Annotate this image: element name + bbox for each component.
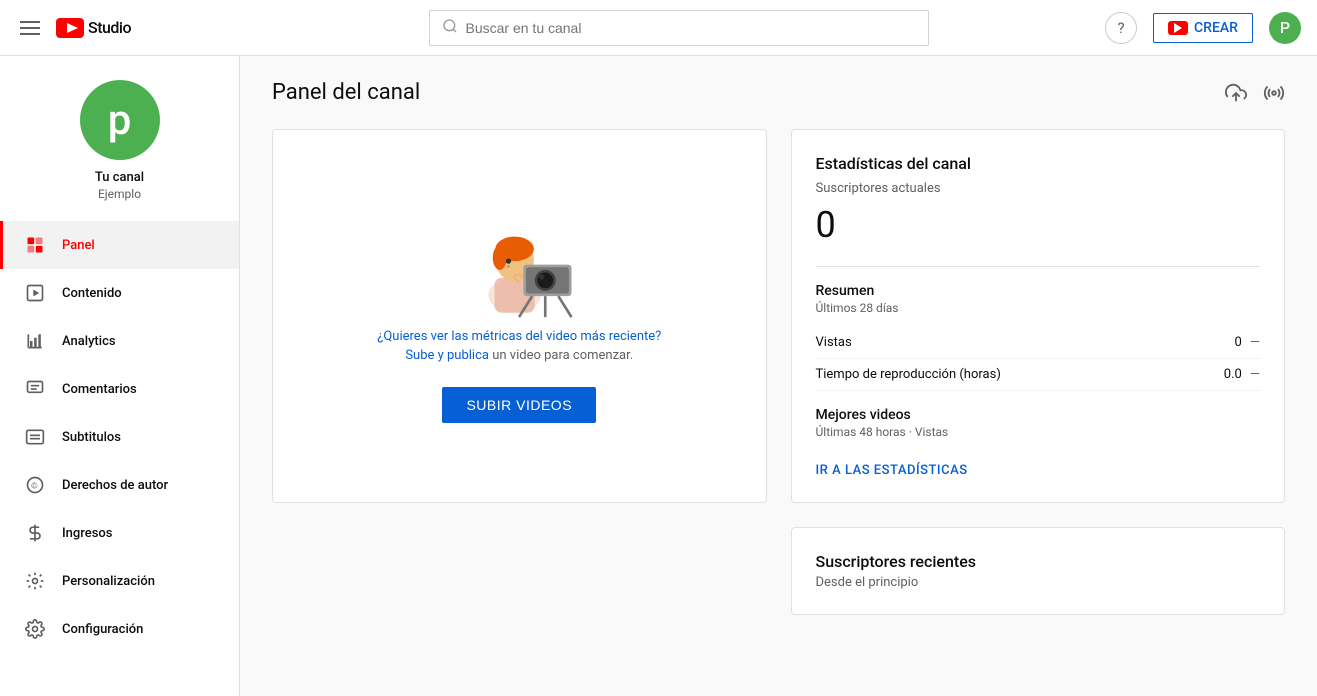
- subs-recent-title: Suscriptores recientes: [816, 552, 1261, 571]
- upload-publish-link[interactable]: Sube y publica: [405, 348, 489, 363]
- create-label: CREAR: [1194, 20, 1238, 36]
- sidebar: p Tu canal Ejemplo Panel: [0, 56, 240, 696]
- derechos-icon: ©: [24, 474, 46, 496]
- sidebar-item-configuracion-label: Configuración: [62, 622, 143, 637]
- logo-text: Studio: [88, 18, 131, 37]
- subs-recent-subtitle: Desde el principio: [816, 575, 1261, 590]
- channel-avatar-letter: p: [108, 96, 132, 145]
- channel-name: Tu canal: [95, 170, 144, 185]
- sidebar-item-comentarios[interactable]: Comentarios: [0, 365, 239, 413]
- camera-illustration: [449, 209, 589, 329]
- sidebar-item-ingresos-label: Ingresos: [62, 526, 112, 541]
- upload-text-line2: Sube y publica un video para comenzar.: [405, 348, 633, 363]
- sidebar-item-subtitulos-label: Subtitulos: [62, 430, 121, 445]
- subscribers-recent-card: Suscriptores recientes Desde el principi…: [791, 527, 1286, 615]
- help-button[interactable]: ?: [1105, 12, 1137, 44]
- svg-text:©: ©: [31, 480, 37, 490]
- main-content: Panel del canal: [240, 56, 1317, 696]
- user-avatar[interactable]: P: [1269, 12, 1301, 44]
- stats-card-title: Estadísticas del canal: [816, 154, 1261, 173]
- stats-divider: [816, 266, 1261, 267]
- analytics-icon: [24, 330, 46, 352]
- ingresos-icon: [24, 522, 46, 544]
- header: Studio ? CREAR P: [0, 0, 1317, 56]
- search-icon: [442, 18, 458, 38]
- stat-value-tiempo: 0.0 —: [1224, 367, 1260, 382]
- sidebar-item-analytics[interactable]: Analytics: [0, 317, 239, 365]
- upload-text-suffix: un video para comenzar.: [492, 348, 633, 363]
- stat-dash-tiempo: —: [1250, 367, 1260, 382]
- sidebar-item-comentarios-label: Comentarios: [62, 382, 137, 397]
- stat-dash-vistas: —: [1250, 335, 1260, 350]
- avatar-letter: P: [1280, 18, 1290, 37]
- summary-period: Últimos 28 días: [816, 301, 1261, 315]
- personalizacion-icon: [24, 570, 46, 592]
- create-video-icon: [1168, 21, 1188, 35]
- stat-label-vistas: Vistas: [816, 335, 852, 350]
- channel-avatar: p: [80, 80, 160, 160]
- stat-label-tiempo: Tiempo de reproducción (horas): [816, 367, 1001, 382]
- sidebar-item-panel[interactable]: Panel: [0, 221, 239, 269]
- go-stats-link[interactable]: IR A LAS ESTADÍSTICAS: [816, 463, 968, 478]
- stat-value-vistas: 0 —: [1235, 335, 1260, 350]
- youtube-logo-icon: [56, 18, 84, 38]
- sidebar-item-subtitulos[interactable]: Subtitulos: [0, 413, 239, 461]
- stats-card: Estadísticas del canal Suscriptores actu…: [791, 129, 1286, 503]
- layout: p Tu canal Ejemplo Panel: [0, 56, 1317, 696]
- sidebar-item-derechos-label: Derechos de autor: [62, 478, 168, 493]
- upload-videos-button[interactable]: SUBIR VIDEOS: [442, 387, 596, 423]
- contenido-icon: [24, 282, 46, 304]
- sidebar-item-panel-label: Panel: [62, 238, 95, 253]
- subscribers-count: 0: [816, 204, 1261, 246]
- sidebar-item-personalizacion[interactable]: Personalización: [0, 557, 239, 605]
- channel-subtitle: Ejemplo: [98, 187, 141, 201]
- page-title: Panel del canal: [272, 80, 420, 105]
- subtitulos-icon: [24, 426, 46, 448]
- search-box: [429, 10, 929, 46]
- stat-row-vistas: Vistas 0 —: [816, 327, 1261, 359]
- comentarios-icon: [24, 378, 46, 400]
- upload-text-line1: ¿Quieres ver las métricas del video más …: [377, 329, 661, 344]
- page-header: Panel del canal: [272, 80, 1285, 105]
- content-grid: ¿Quieres ver las métricas del video más …: [272, 129, 1285, 615]
- best-videos-subtitle: Últimas 48 horas · Vistas: [816, 425, 1261, 439]
- page-actions: [1225, 82, 1285, 104]
- broadcast-icon[interactable]: [1263, 82, 1285, 104]
- stat-row-tiempo: Tiempo de reproducción (horas) 0.0 —: [816, 359, 1261, 391]
- sidebar-nav: Panel Contenido: [0, 221, 239, 653]
- sidebar-item-contenido-label: Contenido: [62, 286, 122, 301]
- sidebar-item-ingresos[interactable]: Ingresos: [0, 509, 239, 557]
- sidebar-item-contenido[interactable]: Contenido: [0, 269, 239, 317]
- hamburger-menu[interactable]: [16, 17, 44, 39]
- search-input[interactable]: [466, 20, 916, 36]
- summary-title: Resumen: [816, 283, 1261, 299]
- sidebar-item-derechos[interactable]: © Derechos de autor: [0, 461, 239, 509]
- upload-action-icon[interactable]: [1225, 82, 1247, 104]
- search-area: [256, 10, 1101, 46]
- best-videos-title: Mejores videos: [816, 407, 1261, 423]
- create-button[interactable]: CREAR: [1153, 13, 1253, 43]
- stat-value-vistas-num: 0: [1235, 335, 1242, 350]
- upload-metrics-link[interactable]: ¿Quieres ver las métricas del video más …: [377, 329, 661, 344]
- header-right: ? CREAR P: [1101, 12, 1301, 44]
- configuracion-icon: [24, 618, 46, 640]
- sidebar-item-analytics-label: Analytics: [62, 334, 116, 349]
- sidebar-item-personalizacion-label: Personalización: [62, 574, 155, 589]
- help-icon: ?: [1117, 19, 1124, 37]
- panel-icon: [24, 234, 46, 256]
- subscribers-label: Suscriptores actuales: [816, 181, 1261, 196]
- best-videos-section: Mejores videos Últimas 48 horas · Vistas…: [816, 407, 1261, 478]
- stat-value-tiempo-num: 0.0: [1224, 367, 1242, 382]
- sidebar-item-configuracion[interactable]: Configuración: [0, 605, 239, 653]
- header-left: Studio: [16, 17, 256, 39]
- upload-card: ¿Quieres ver las métricas del video más …: [272, 129, 767, 503]
- logo[interactable]: Studio: [56, 18, 131, 38]
